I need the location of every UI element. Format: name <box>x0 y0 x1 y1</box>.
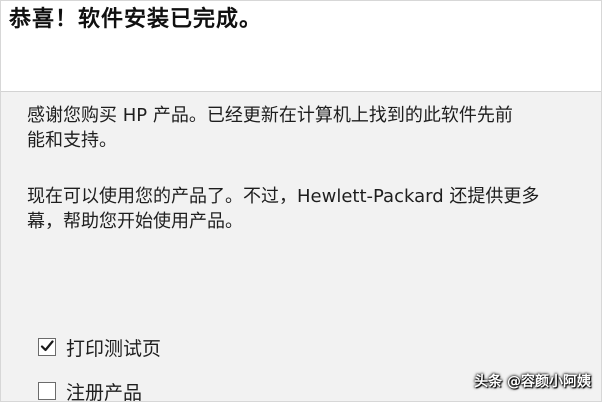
print-test-page-checkbox[interactable] <box>38 338 56 356</box>
ready-paragraph: 现在可以使用您的产品了。不过，Hewlett-Packard 还提供更多 幕，帮… <box>27 184 601 234</box>
ready-paragraph-line-2: 幕，帮助您开始使用产品。 <box>27 211 243 232</box>
watermark-text: 头条 @容颜小阿姨 <box>474 374 591 390</box>
dialog-header: 恭喜！软件安装已完成。 <box>1 1 601 92</box>
register-product-label: 注册产品 <box>66 381 143 402</box>
thanks-paragraph-line-1: 感谢您购买 HP 产品。已经更新在计算机上找到的此软件先前 <box>27 105 513 126</box>
ready-paragraph-line-1: 现在可以使用您的产品了。不过，Hewlett-Packard 还提供更多 <box>27 186 540 207</box>
dialog-title: 恭喜！软件安装已完成。 <box>9 7 263 32</box>
checkmark-icon <box>40 340 54 352</box>
thanks-paragraph-line-2: 能和支持。 <box>27 130 117 151</box>
installer-dialog: 恭喜！软件安装已完成。 感谢您购买 HP 产品。已经更新在计算机上找到的此软件先… <box>0 0 602 402</box>
thanks-paragraph: 感谢您购买 HP 产品。已经更新在计算机上找到的此软件先前 能和支持。 <box>27 103 601 153</box>
register-product-checkbox[interactable] <box>38 382 56 400</box>
print-test-page-label: 打印测试页 <box>66 337 162 360</box>
register-product-option[interactable]: 注册产品 <box>38 378 143 402</box>
print-test-page-option[interactable]: 打印测试页 <box>38 334 161 360</box>
